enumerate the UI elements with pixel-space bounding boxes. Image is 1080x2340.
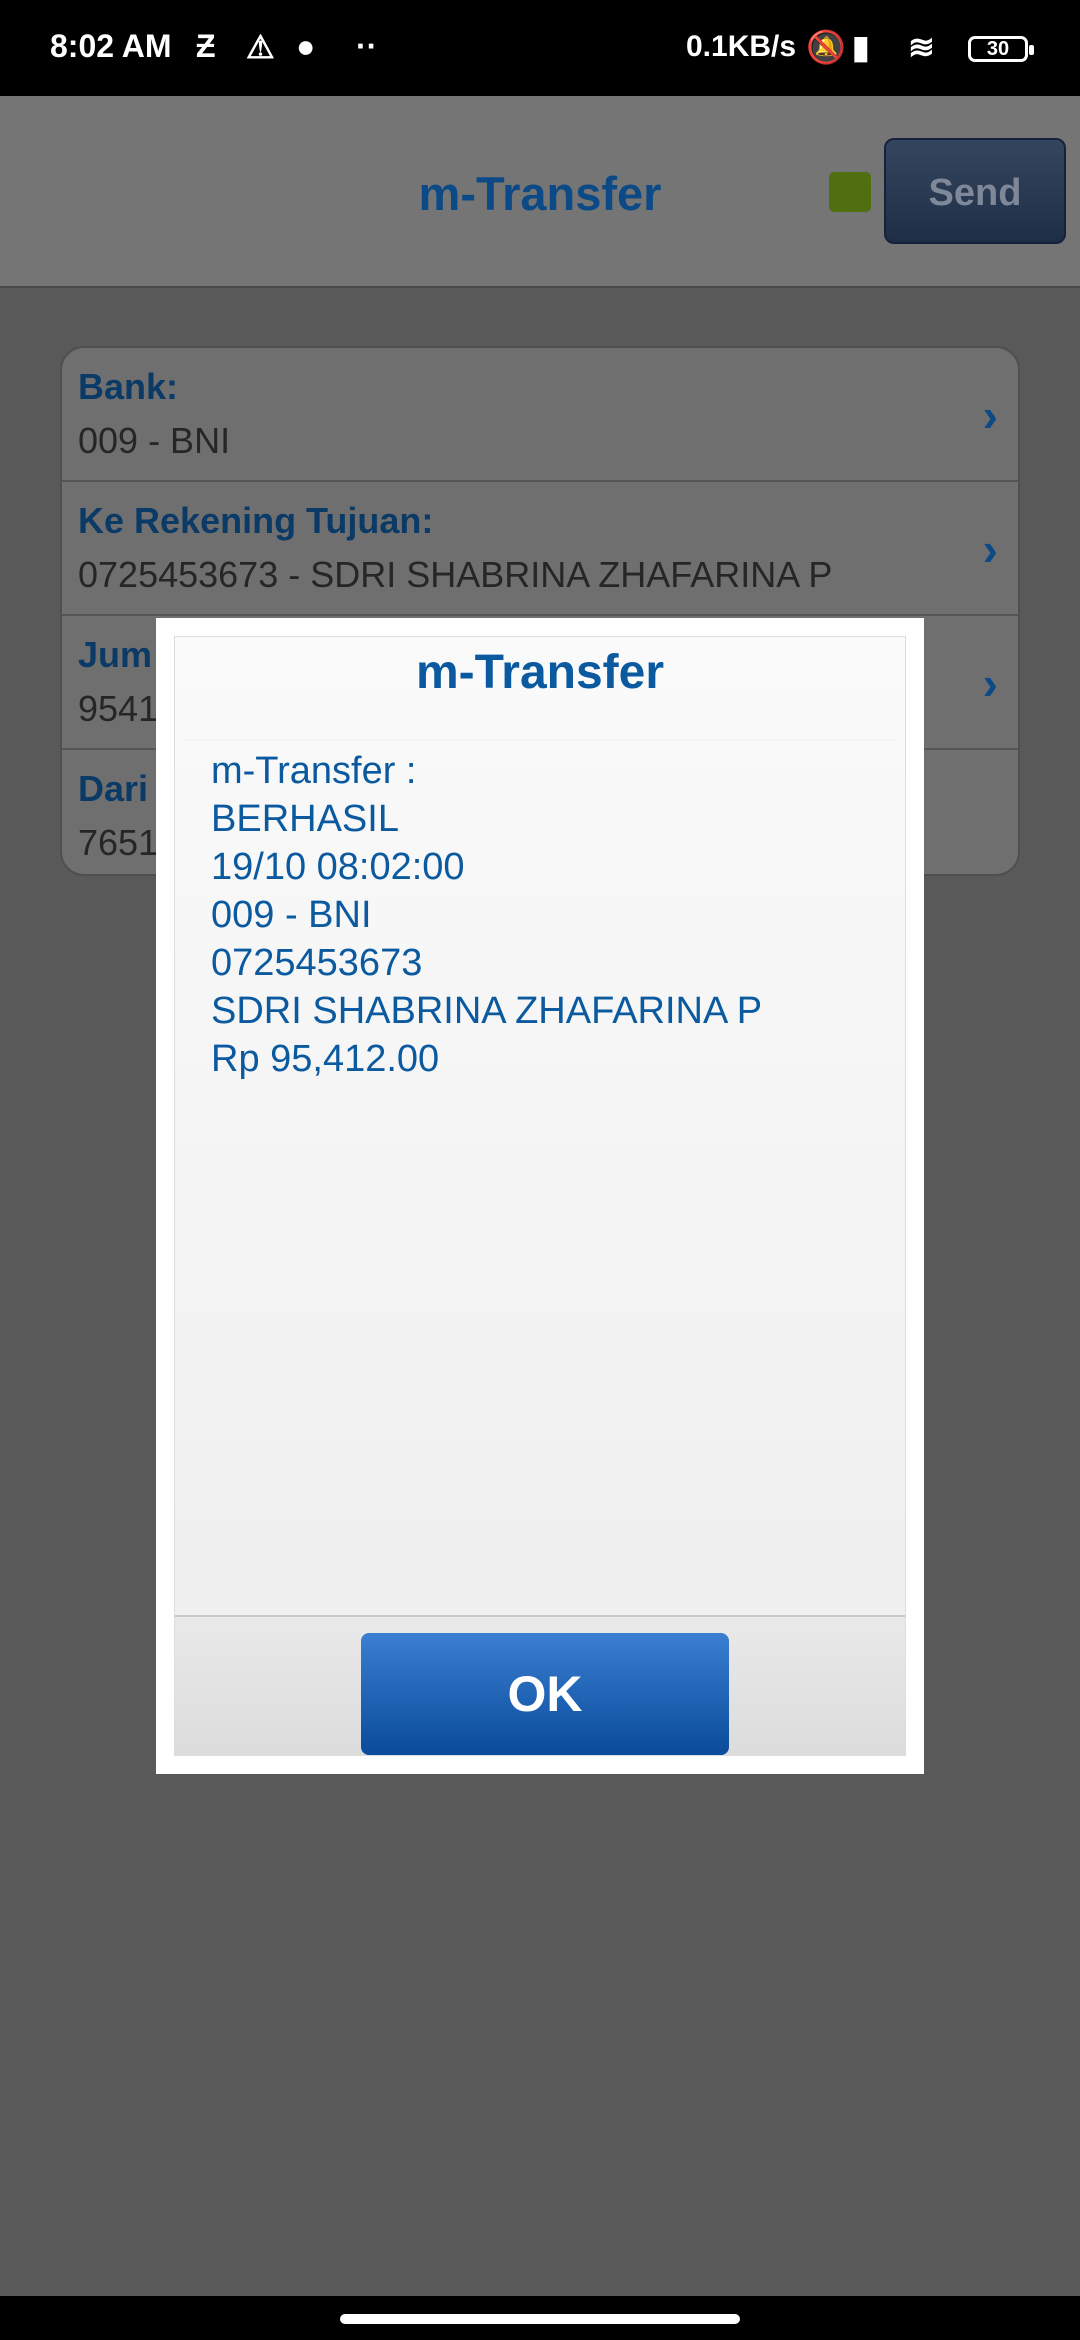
form-row-bank[interactable]: Bank: 009 - BNI › bbox=[62, 348, 1018, 482]
form-value: 7651 bbox=[78, 822, 159, 863]
z-icon: Ƶ bbox=[196, 28, 216, 64]
dialog-message: m-Transfer : BERHASIL 19/10 08:02:00 009… bbox=[211, 747, 762, 1083]
form-row-account[interactable]: Ke Rekening Tujuan: 0725453673 - SDRI SH… bbox=[62, 482, 1018, 616]
line-icon: ● bbox=[296, 28, 316, 64]
dialog-title: m-Transfer bbox=[415, 646, 665, 699]
divider bbox=[185, 739, 895, 741]
app-header: m-Transfer Send bbox=[0, 96, 1080, 288]
chevron-right-icon: › bbox=[982, 657, 998, 709]
dots-icon: ·· bbox=[356, 28, 378, 64]
message-line: 19/10 08:02:00 bbox=[211, 846, 465, 888]
message-line: SDRI SHABRINA ZHAFARINA P bbox=[211, 990, 763, 1032]
dialog-footer: OK bbox=[175, 1615, 905, 1755]
status-indicator bbox=[829, 172, 871, 212]
alert-icon: ⚠ bbox=[246, 29, 275, 65]
battery-icon: 30 bbox=[968, 36, 1034, 62]
message-line: Rp 95,412.00 bbox=[211, 1038, 440, 1080]
message-line: 0725453673 bbox=[211, 942, 423, 984]
result-dialog: m-Transfer m-Transfer : BERHASIL 19/10 0… bbox=[156, 618, 924, 1774]
form-value: 0725453673 - SDRI SHABRINA ZHAFARINA P bbox=[78, 554, 833, 595]
dialog-panel: m-Transfer m-Transfer : BERHASIL 19/10 0… bbox=[174, 636, 906, 1756]
wifi-icon: ≋ bbox=[908, 29, 935, 65]
ok-button[interactable]: OK bbox=[361, 1633, 729, 1755]
form-label: Bank: bbox=[78, 366, 179, 407]
home-handle[interactable] bbox=[340, 2314, 740, 2324]
muted-bell-icon: 🔕 bbox=[806, 29, 846, 65]
chevron-right-icon: › bbox=[982, 523, 998, 575]
send-button[interactable]: Send bbox=[884, 138, 1066, 244]
form-value: 009 - BNI bbox=[78, 420, 231, 461]
form-label: Jum bbox=[78, 634, 153, 675]
form-value: 9541 bbox=[78, 688, 159, 729]
status-bar: 8:02 AM Ƶ ⚠ ● ·· 0.1KB/s 🔕 ▮ ≋ 30 bbox=[0, 0, 1080, 96]
message-line: BERHASIL bbox=[211, 798, 399, 840]
form-label: Ke Rekening Tujuan: bbox=[78, 500, 434, 541]
message-line: 009 - BNI bbox=[211, 894, 372, 936]
message-line: m-Transfer : bbox=[211, 750, 417, 792]
status-time: 8:02 AM bbox=[50, 28, 172, 64]
navigation-bar bbox=[0, 2296, 1080, 2340]
chevron-right-icon: › bbox=[982, 389, 998, 441]
network-speed: 0.1KB/s bbox=[686, 30, 797, 63]
signal-icon: ▮ bbox=[852, 29, 870, 65]
form-label: Dari bbox=[78, 768, 149, 809]
